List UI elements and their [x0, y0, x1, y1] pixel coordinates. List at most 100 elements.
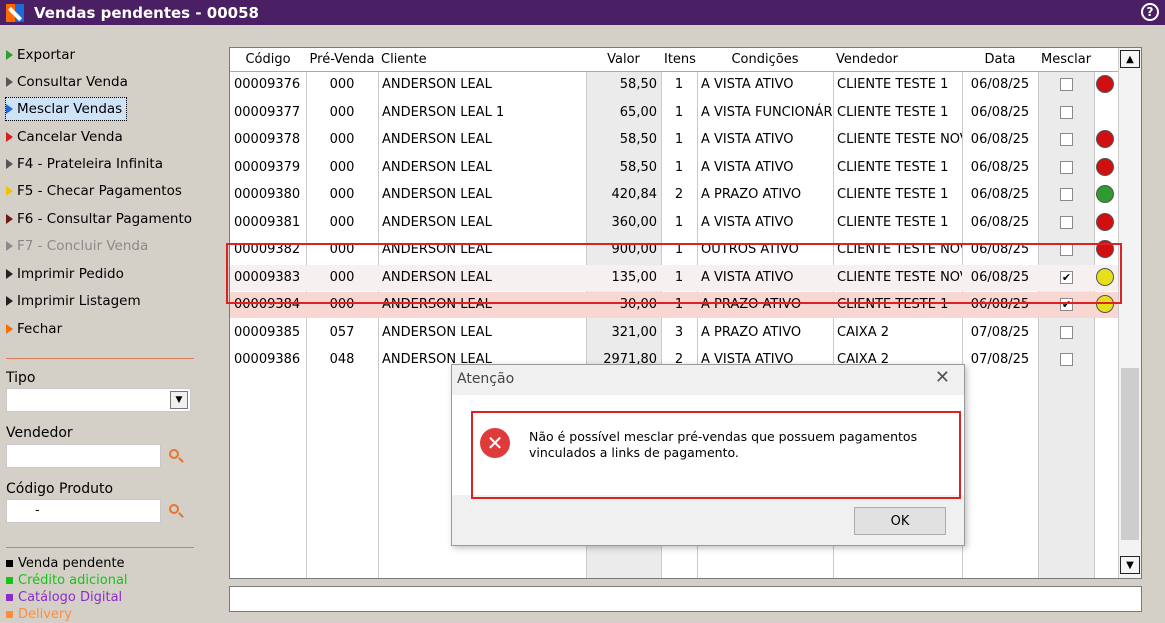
menu-item[interactable]: Cancelar Venda	[6, 126, 123, 148]
table-row[interactable]: 00009381 000 ANDERSON LEAL 360,00 1 A VISTA A…	[230, 210, 1118, 236]
scrollbar[interactable]: ▲ ▼	[1118, 48, 1141, 578]
menu-item-label: Exportar	[17, 47, 76, 63]
cell-vendedor: CLIENTE TESTE 1	[837, 187, 949, 202]
cell-data: 06/08/25	[970, 214, 1030, 230]
column-header[interactable]: Itens	[661, 48, 697, 72]
column-header[interactable]: Vendedor	[833, 48, 962, 72]
column-header[interactable]: Cliente	[378, 48, 586, 72]
mesclar-checkbox[interactable]	[1060, 188, 1073, 201]
cell-data: 06/08/25	[970, 104, 1030, 120]
scroll-up-icon[interactable]: ▲	[1120, 50, 1140, 68]
scroll-down-icon[interactable]: ▼	[1120, 556, 1140, 574]
mesclar-checkbox[interactable]	[1060, 160, 1073, 174]
mesclar-checkbox[interactable]: ✔	[1060, 270, 1073, 284]
cell-cliente: ANDERSON LEAL	[382, 77, 492, 92]
mesclar-checkbox[interactable]	[1060, 325, 1073, 339]
mesclar-checkbox[interactable]: ✔	[1060, 298, 1073, 311]
table-row[interactable]: 00009385 057 ANDERSON LEAL 321,00 3 A PRAZO A…	[230, 320, 1118, 346]
cell-cliente: ANDERSON LEAL	[382, 132, 492, 147]
mesclar-checkbox[interactable]	[1060, 243, 1073, 256]
status-indicator-icon	[1096, 75, 1114, 93]
table-row[interactable]: 00009383 000 ANDERSON LEAL 135,00 1 A VISTA A…	[230, 264, 1118, 291]
menu-item[interactable]: F4 - Prateleira Infinita	[6, 153, 163, 175]
table-row[interactable]: 00009378 000 ANDERSON LEAL 58,50 1 A VISTA AT…	[230, 127, 1118, 153]
cell-valor: 135,00	[611, 269, 658, 285]
cell-cliente: ANDERSON LEAL	[382, 324, 492, 340]
cell-valor: 58,50	[619, 77, 657, 92]
cell-data: 07/08/25	[970, 324, 1030, 340]
menu-item[interactable]: F7 - Concluir Venda	[6, 235, 148, 257]
cell-vendedor: CLIENTE TESTE 1	[837, 104, 949, 120]
mesclar-checkbox[interactable]	[1060, 133, 1073, 146]
table-row[interactable]: 00009380 000 ANDERSON LEAL 420,84 2 A PRAZO A…	[230, 182, 1118, 208]
vendedor-input[interactable]	[6, 444, 161, 468]
cell-itens: 3	[674, 324, 684, 340]
cell-condicoes: A PRAZO ATIVO	[701, 297, 802, 312]
alert-dialog: Atenção ✕ ✕ Não é possível mesclar pré-v…	[451, 364, 965, 546]
menu-item[interactable]: Mesclar Vendas	[4, 97, 128, 121]
mesclar-checkbox[interactable]	[1060, 215, 1073, 229]
ok-button[interactable]: OK	[854, 507, 946, 535]
legend-item: Catálogo Digital	[6, 590, 122, 605]
menu-item[interactable]: Imprimir Pedido	[6, 263, 124, 285]
column-header[interactable]: Código	[230, 48, 306, 72]
table-row[interactable]: 00009379 000 ANDERSON LEAL 58,50 1 A VISTA AT…	[230, 155, 1118, 181]
cell-codigo: 00009385	[234, 324, 301, 340]
menu-item[interactable]: Fechar	[6, 318, 62, 340]
legend-label: Delivery	[18, 607, 72, 622]
menu-item[interactable]: Imprimir Listagem	[6, 290, 141, 312]
tipo-select[interactable]: ▼	[6, 388, 191, 412]
cell-itens: 1	[674, 159, 684, 175]
cell-data: 06/08/25	[970, 187, 1030, 202]
cell-data: 06/08/25	[970, 242, 1030, 257]
table-row[interactable]: 00009384 000 ANDERSON LEAL 30,00 1 A PRAZO AT…	[230, 292, 1118, 318]
search-icon[interactable]	[168, 503, 184, 519]
cell-cliente: ANDERSON LEAL	[382, 269, 492, 285]
menu-item-label: Mesclar Vendas	[17, 101, 123, 117]
codigo-produto-input[interactable]: -	[6, 499, 161, 523]
menu-item-label: F4 - Prateleira Infinita	[17, 156, 163, 172]
legend-label: Venda pendente	[18, 556, 125, 571]
table-row[interactable]: 00009377 000 ANDERSON LEAL 1 65,00 1 A VISTA …	[230, 100, 1118, 126]
column-header[interactable]: Mesclar	[1038, 48, 1094, 72]
cell-prevenda: 000	[329, 242, 355, 257]
arrow-right-icon	[6, 324, 13, 334]
column-header[interactable]: Pré-Venda	[306, 48, 378, 72]
cell-condicoes: A PRAZO ATIVO	[701, 187, 802, 202]
close-icon[interactable]: ✕	[935, 367, 950, 388]
arrow-right-icon	[6, 296, 13, 306]
arrow-right-icon	[6, 159, 13, 169]
search-icon[interactable]	[168, 448, 184, 464]
legend-item: Delivery	[6, 607, 72, 622]
menu-item-label: F7 - Concluir Venda	[17, 238, 149, 254]
cell-valor: 360,00	[611, 214, 658, 230]
cell-codigo: 00009384	[234, 297, 301, 312]
cell-codigo: 00009383	[234, 269, 301, 285]
mesclar-checkbox[interactable]	[1060, 105, 1073, 119]
mesclar-checkbox[interactable]	[1060, 353, 1073, 366]
cell-itens: 1	[674, 214, 684, 230]
table-row[interactable]: 00009382 000 ANDERSON LEAL 900,00 1 OUTROS AT…	[230, 237, 1118, 263]
arrow-right-icon	[6, 77, 13, 87]
column-header[interactable]: Data	[962, 48, 1038, 72]
column-header[interactable]: Valor	[586, 48, 661, 72]
help-icon[interactable]: ?	[1141, 3, 1159, 21]
cell-condicoes: A VISTA ATIVO	[701, 159, 794, 175]
menu-item[interactable]: Exportar	[6, 44, 75, 66]
menu-item-label: F5 - Checar Pagamentos	[17, 183, 182, 199]
cell-cliente: ANDERSON LEAL	[382, 159, 492, 175]
menu-item[interactable]: Consultar Venda	[6, 71, 128, 93]
menu-item[interactable]: F6 - Consultar Pagamento	[6, 208, 192, 230]
cell-codigo: 00009386	[234, 352, 301, 367]
cell-vendedor: CLIENTE TESTE NOVO	[837, 132, 962, 147]
menu-item[interactable]: F5 - Checar Pagamentos	[6, 180, 182, 202]
column-header[interactable]: Condições	[697, 48, 833, 72]
cell-itens: 1	[674, 269, 684, 285]
cell-cliente: ANDERSON LEAL	[382, 187, 492, 202]
mesclar-checkbox[interactable]	[1060, 78, 1073, 91]
cell-prevenda: 000	[329, 104, 355, 120]
table-row[interactable]: 00009376 000 ANDERSON LEAL 58,50 1 A VISTA AT…	[230, 72, 1118, 98]
chevron-down-icon[interactable]: ▼	[170, 391, 188, 409]
scrollbar-thumb[interactable]	[1121, 368, 1139, 540]
arrow-right-icon	[6, 186, 13, 196]
